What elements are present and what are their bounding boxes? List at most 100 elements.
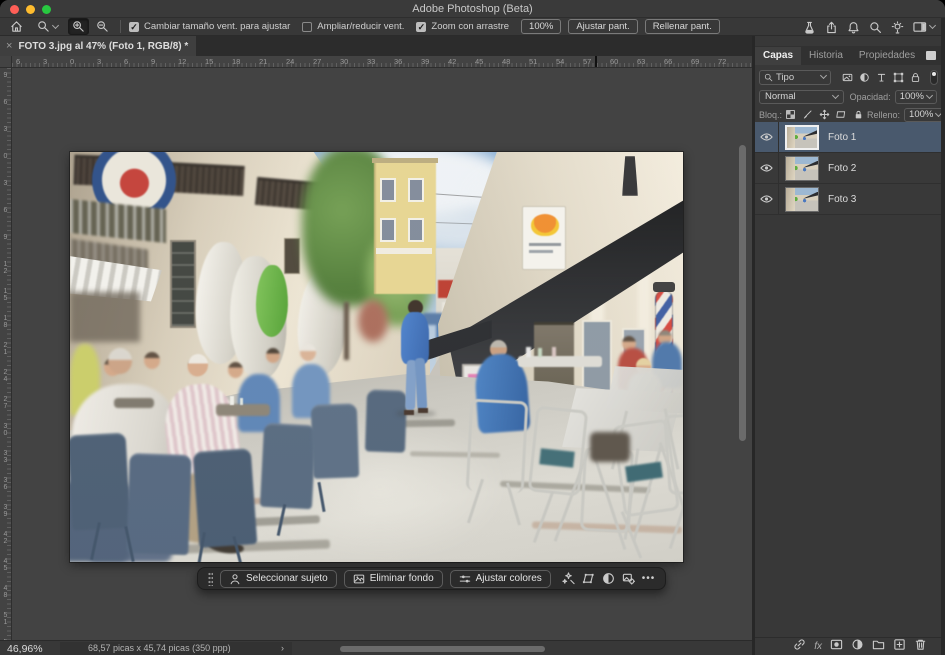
toolbar-checkbox[interactable]: ✓ Cambiar tamaño vent. para ajustar [129,21,290,32]
status-zoom-value[interactable]: 46,96% [7,643,43,655]
fill-value-select[interactable]: 100% [904,108,945,122]
magic-wand-icon[interactable] [562,572,575,585]
filter-adjustment-layers-icon[interactable] [859,72,870,83]
checkbox-icon[interactable]: ✓ [416,22,426,32]
filter-smart-objects-icon[interactable] [910,72,921,83]
options-bar-right-icons [803,18,935,36]
toolbar-checkbox[interactable]: ✓Zoom con arrastre [416,21,509,32]
select-subject-button[interactable]: Seleccionar sujeto [220,570,337,588]
layer-name[interactable]: Foto 1 [828,132,856,143]
share-icon[interactable] [825,21,838,34]
transform-icon[interactable] [582,572,595,585]
new-layer-icon[interactable] [893,638,906,655]
ruler-label: 57 [583,57,591,66]
layer-row-foto-3[interactable]: Foto 3 [755,184,941,215]
checkbox-icon[interactable] [302,22,312,32]
status-expand-icon[interactable]: › [281,642,284,655]
workspace-switcher-icon[interactable] [913,21,935,33]
adjust-colors-button[interactable]: Ajustar colores [450,570,551,588]
image-icon [353,573,365,585]
opacity-value-select[interactable]: 100% [895,90,937,104]
lock-row: Bloq.: Relleno: 100% [755,106,941,123]
tab-propiedades[interactable]: Propiedades [851,47,923,65]
lock-artboard-icon[interactable] [836,109,847,120]
chevron-down-icon[interactable] [52,21,59,28]
toolbar-checkboxes: ✓ Cambiar tamaño vent. para ajustar Amplia… [129,21,521,32]
layer-row-foto-1[interactable]: Foto 1 [755,122,941,153]
filter-pixel-layers-icon[interactable] [842,72,853,83]
panel-menu-icon[interactable] [926,51,936,60]
fill-value: 100% [909,109,933,120]
filter-type-label: Tipo [776,72,818,83]
zoom-tool-icon[interactable] [37,20,58,33]
layer-filter-type-select[interactable]: Tipo [759,70,831,85]
layer-name[interactable]: Foto 2 [828,163,856,174]
eye-icon [760,132,773,142]
ruler-label: 3 [43,57,47,66]
close-tab-icon[interactable]: × [6,40,12,52]
tab-historia[interactable]: Historia [801,47,851,65]
ruler-label: 33 [367,57,375,66]
toolbar-checkbox[interactable]: Ampliar/reducir vent. [302,21,404,32]
image-settings-icon[interactable] [622,572,635,585]
search-icon[interactable] [869,21,882,34]
canvas-viewport[interactable]: Seleccionar sujeto Eliminar fondo Ajusta… [12,68,752,640]
fit-screen-button[interactable]: Ajustar pant. [568,19,637,34]
document-tab-bar: × FOTO 3.jpg al 47% (Foto 1, RGB/8) * [0,36,752,56]
ruler-label: 5 1 [1,612,10,626]
zoom-out-tool-button[interactable] [93,19,112,34]
layer-visibility-toggle[interactable] [755,184,779,215]
notifications-bell-icon[interactable] [847,21,860,34]
layer-thumbnail[interactable] [785,187,819,212]
lock-transparency-icon[interactable] [785,109,796,120]
vertical-scrollbar[interactable] [739,145,746,441]
vertical-ruler[interactable]: 96303691 21 51 82 12 42 73 03 33 63 94 2… [0,68,12,640]
filter-type-layers-icon[interactable] [876,72,887,83]
filter-toggle-switch[interactable] [930,70,938,85]
blend-mode-select[interactable]: Normal [759,90,844,104]
link-layers-icon[interactable] [793,638,806,655]
fill-screen-button[interactable]: Rellenar pant. [645,19,720,34]
layer-visibility-toggle[interactable] [755,153,779,184]
filter-shape-layers-icon[interactable] [893,72,904,83]
ruler-label: 69 [691,57,699,66]
discover-lightbulb-icon[interactable] [891,21,904,34]
beta-flask-icon[interactable] [803,21,816,34]
select-subject-label: Seleccionar sujeto [246,573,328,584]
more-options-icon[interactable]: ••• [642,573,656,584]
drag-handle-icon[interactable] [208,572,213,586]
layer-thumbnail[interactable] [785,156,819,181]
lock-pixels-brush-icon[interactable] [802,109,813,120]
adjustment-contrast-icon[interactable] [602,572,615,585]
tab-capas[interactable]: Capas [755,47,801,65]
horizontal-ruler[interactable]: 6303691215182124273033363942454851545760… [12,56,752,68]
document-tab[interactable]: × FOTO 3.jpg al 47% (Foto 1, RGB/8) * [0,36,196,56]
horizontal-scrollbar[interactable] [340,646,545,652]
ruler-label: 3 0 [1,423,10,437]
layer-name[interactable]: Foto 3 [828,194,856,205]
checkbox-label: Cambiar tamaño vent. para ajustar [144,21,290,32]
layer-row-foto-2[interactable]: Foto 2 [755,153,941,184]
ruler-label: 45 [475,57,483,66]
home-icon[interactable] [10,20,23,33]
ruler-label: 4 2 [1,531,10,545]
zoom-in-tool-button[interactable] [68,18,89,35]
new-group-folder-icon[interactable] [872,638,885,655]
lock-position-move-icon[interactable] [819,109,830,120]
layer-visibility-toggle[interactable] [755,122,779,153]
zoom-100-button[interactable]: 100% [521,19,561,34]
add-layer-mask-icon[interactable] [830,638,843,655]
layer-effects-icon[interactable]: fx [814,641,822,652]
status-document-info[interactable]: 68,57 picas x 45,74 picas (350 ppp) › [60,642,292,655]
ruler-label: 6 [1,207,10,214]
layer-thumbnail[interactable] [785,125,819,150]
new-adjustment-layer-icon[interactable] [851,638,864,655]
checkbox-icon[interactable]: ✓ [129,22,139,32]
lock-all-icon[interactable] [853,109,864,120]
document-canvas-photo[interactable] [70,152,683,562]
ruler-label: 51 [529,57,537,66]
layers-panel: Capas Historia Propiedades Tipo Normal O [755,36,941,655]
titlebar: Adobe Photoshop (Beta) [0,0,945,18]
remove-background-button[interactable]: Eliminar fondo [344,570,443,588]
delete-layer-trash-icon[interactable] [914,638,927,655]
